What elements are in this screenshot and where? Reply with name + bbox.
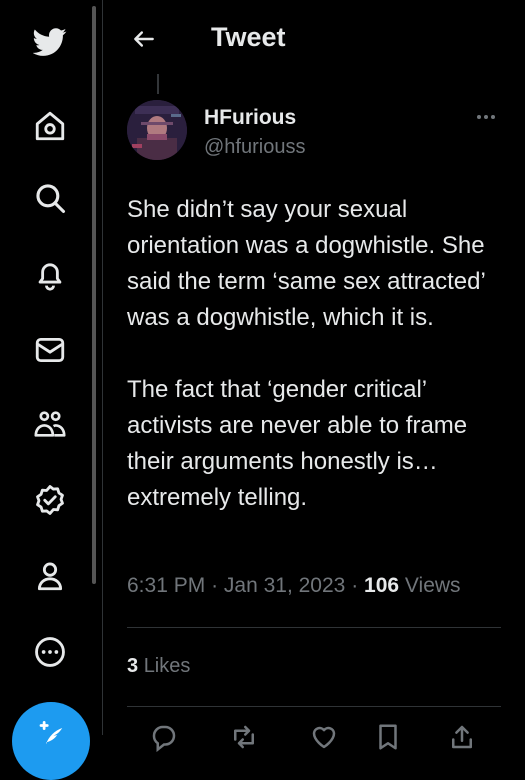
more-circle-icon[interactable]: [26, 628, 74, 676]
share-button[interactable]: [447, 722, 477, 752]
compose-button[interactable]: [12, 702, 90, 780]
views-count: 106: [364, 574, 400, 597]
profile-icon[interactable]: [26, 552, 74, 600]
display-name[interactable]: HFurious: [204, 106, 296, 130]
meta-separator: ·: [211, 574, 219, 597]
likes-label: Likes: [143, 655, 191, 677]
mail-icon[interactable]: [26, 326, 74, 374]
tweet-meta: 6:31 PM · Jan 31, 2023 · 106 Views: [127, 574, 461, 598]
retweet-button[interactable]: [229, 722, 259, 752]
home-icon[interactable]: [26, 102, 74, 150]
tweet-date[interactable]: Jan 31, 2023: [224, 574, 345, 597]
reply-icon: [152, 725, 176, 753]
share-icon: [452, 725, 472, 749]
arrow-left-icon: [134, 31, 154, 47]
more-horizontal-icon: [477, 115, 495, 119]
views-label: Views: [404, 574, 461, 597]
reply-button[interactable]: [149, 722, 179, 753]
user-handle[interactable]: @hfuriouss: [204, 136, 305, 159]
bell-icon[interactable]: [26, 251, 74, 299]
page-title: Tweet: [211, 22, 286, 52]
back-button[interactable]: [127, 22, 161, 56]
search-icon[interactable]: [26, 174, 74, 222]
likes-count: 3: [127, 655, 139, 677]
twitter-bird-icon[interactable]: [26, 18, 74, 66]
tweet-text: She didn’t say your sexual orientation w…: [127, 196, 485, 511]
likes-link[interactable]: 3 Likes: [127, 655, 190, 678]
meta-separator: ·: [351, 574, 359, 597]
divider: [127, 706, 501, 707]
thread-connector: [157, 74, 159, 94]
bookmark-icon: [379, 724, 397, 750]
divider: [127, 627, 501, 628]
like-button[interactable]: [309, 722, 339, 752]
nav-scrollbar[interactable]: [92, 6, 96, 584]
retweet-icon: [234, 725, 254, 749]
verified-icon[interactable]: [26, 476, 74, 524]
communities-icon[interactable]: [26, 400, 74, 448]
compose-icon: [39, 721, 63, 745]
tweet-time[interactable]: 6:31 PM: [127, 574, 205, 597]
heart-icon: [312, 726, 336, 749]
more-options-button[interactable]: [473, 104, 499, 130]
side-nav: [0, 0, 100, 780]
avatar[interactable]: [127, 100, 187, 160]
tweet-detail: Tweet HFurious @hfuriouss She didn’t say…: [103, 0, 525, 753]
avatar-image: [127, 100, 187, 160]
bookmark-button[interactable]: [373, 722, 403, 752]
